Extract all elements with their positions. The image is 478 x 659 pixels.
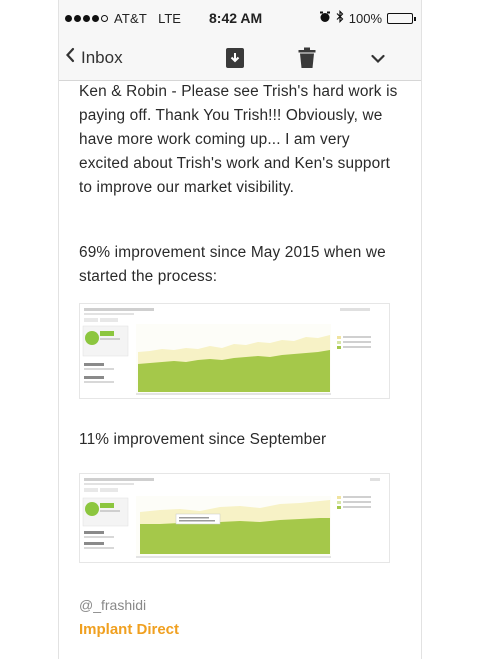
mail-app-screen: AT&T LTE 8:42 AM 100% Inbox Ken & Robin …: [58, 0, 422, 659]
email-paragraph: 11% improvement since September: [79, 431, 327, 448]
network-type: LTE: [158, 11, 181, 26]
back-chevron-icon: [65, 47, 75, 68]
signal-dot: [92, 15, 99, 22]
signal-dot: [65, 15, 72, 22]
signal-dot: [83, 15, 90, 22]
more-actions-button[interactable]: [371, 51, 385, 69]
status-bar: AT&T LTE 8:42 AM 100%: [59, 0, 421, 36]
signature-handle: @_frashidi: [79, 597, 147, 613]
email-paragraph: Ken & Robin - Please see Trish's hard wo…: [79, 83, 398, 196]
archive-icon: [225, 48, 245, 73]
chevron-down-icon: [371, 51, 385, 68]
battery-percent: 100%: [348, 10, 382, 26]
back-label: Inbox: [81, 47, 123, 67]
bluetooth-icon: [336, 10, 344, 26]
signature-company[interactable]: Implant Direct: [79, 621, 179, 638]
embedded-chart-image[interactable]: [79, 473, 390, 563]
back-to-inbox-button[interactable]: Inbox: [65, 47, 123, 68]
embedded-chart-image[interactable]: [79, 303, 390, 399]
battery-icon: [387, 12, 416, 24]
archive-button[interactable]: [225, 47, 245, 74]
trash-button[interactable]: [298, 47, 316, 74]
signal-dot: [74, 15, 81, 22]
carrier-name: AT&T: [114, 11, 148, 26]
signal-dot: [101, 15, 108, 22]
alarm-icon: [319, 11, 331, 26]
email-paragraph: 69% improvement since May 2015 when we s…: [79, 244, 386, 285]
trash-icon: [298, 47, 316, 73]
clock: 8:42 AM: [209, 10, 263, 26]
nav-bar: Inbox: [59, 36, 421, 81]
status-icons: 100%: [319, 10, 416, 26]
carrier-info: AT&T LTE: [65, 11, 181, 26]
